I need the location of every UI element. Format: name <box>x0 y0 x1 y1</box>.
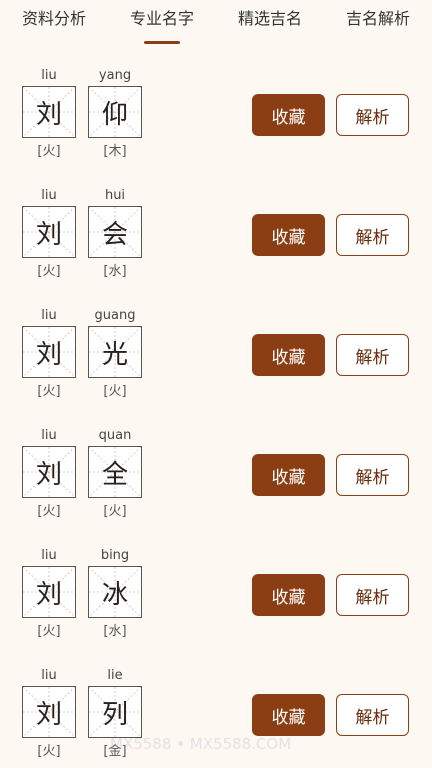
parse-button[interactable]: 解析 <box>336 334 409 376</box>
surname-element: [火] <box>37 384 61 399</box>
name-row: liu 刘 [火] lie 列 [金] 收藏 解析 <box>0 666 432 768</box>
surname-grid: 刘 <box>22 206 76 258</box>
surname-block: liu 刘 [火] <box>22 306 76 406</box>
name-row: liu 刘 [火] quan 全 [火] 收藏 解析 <box>0 426 432 546</box>
given-name-char: 列 <box>101 699 128 730</box>
surname-block: liu 刘 [火] <box>22 66 76 166</box>
parse-button[interactable]: 解析 <box>336 94 409 136</box>
parse-button[interactable]: 解析 <box>336 574 409 616</box>
tab-name-analysis[interactable]: 吉名解析 <box>340 0 416 44</box>
surname-char: 刘 <box>35 699 62 730</box>
surname-char: 刘 <box>35 339 62 370</box>
given-name-grid: 仰 <box>88 86 142 138</box>
surname-element: [火] <box>37 264 61 279</box>
given-name-char: 光 <box>101 339 128 370</box>
tab-data-analysis[interactable]: 资料分析 <box>16 0 92 44</box>
surname-block: liu 刘 [火] <box>22 666 76 766</box>
name-list: liu 刘 [火] yang 仰 [木] 收藏 解析 liu 刘 [火] hui… <box>0 44 432 768</box>
favorite-button[interactable]: 收藏 <box>252 574 325 616</box>
given-name-grid: 列 <box>88 686 142 738</box>
given-name-grid: 全 <box>88 446 142 498</box>
favorite-button[interactable]: 收藏 <box>252 454 325 496</box>
given-name-pinyin: quan <box>98 428 132 443</box>
tab-professional-names[interactable]: 专业名字 <box>124 0 200 44</box>
surname-grid: 刘 <box>22 86 76 138</box>
given-name-element: [水] <box>103 264 127 279</box>
surname-block: liu 刘 [火] <box>22 186 76 286</box>
surname-element: [火] <box>37 744 61 759</box>
surname-element: [火] <box>37 624 61 639</box>
favorite-button[interactable]: 收藏 <box>252 94 325 136</box>
given-name-element: [火] <box>103 384 127 399</box>
given-name-pinyin: lie <box>107 668 123 683</box>
surname-pinyin: liu <box>41 308 57 323</box>
surname-char: 刘 <box>35 579 62 610</box>
given-name-block: lie 列 [金] <box>88 666 142 766</box>
tab-bar: 资料分析 专业名字 精选吉名 吉名解析 <box>0 0 432 44</box>
given-name-block: guang 光 [火] <box>88 306 142 406</box>
favorite-button[interactable]: 收藏 <box>252 214 325 256</box>
given-name-pinyin: guang <box>94 308 136 323</box>
favorite-button[interactable]: 收藏 <box>252 334 325 376</box>
surname-char: 刘 <box>35 219 62 250</box>
surname-block: liu 刘 [火] <box>22 546 76 646</box>
surname-pinyin: liu <box>41 428 57 443</box>
given-name-grid: 光 <box>88 326 142 378</box>
name-row: liu 刘 [火] bing 冰 [水] 收藏 解析 <box>0 546 432 666</box>
given-name-char: 全 <box>101 459 128 490</box>
given-name-pinyin: hui <box>104 188 126 203</box>
given-name-char: 冰 <box>101 579 128 610</box>
given-name-element: [火] <box>103 504 127 519</box>
given-name-block: yang 仰 [木] <box>88 66 142 166</box>
surname-grid: 刘 <box>22 566 76 618</box>
given-name-element: [木] <box>103 144 127 159</box>
given-name-grid: 冰 <box>88 566 142 618</box>
given-name-element: [水] <box>103 624 127 639</box>
given-name-block: hui 会 [水] <box>88 186 142 286</box>
given-name-grid: 会 <box>88 206 142 258</box>
surname-pinyin: liu <box>41 668 57 683</box>
surname-pinyin: liu <box>41 188 57 203</box>
surname-grid: 刘 <box>22 686 76 738</box>
surname-element: [火] <box>37 144 61 159</box>
name-row: liu 刘 [火] yang 仰 [木] 收藏 解析 <box>0 66 432 186</box>
given-name-element: [金] <box>103 744 127 759</box>
given-name-char: 仰 <box>101 99 128 130</box>
surname-char: 刘 <box>35 99 62 130</box>
surname-element: [火] <box>37 504 61 519</box>
given-name-block: bing 冰 [水] <box>88 546 142 646</box>
tab-selected-names[interactable]: 精选吉名 <box>232 0 308 44</box>
given-name-block: quan 全 [火] <box>88 426 142 526</box>
name-row: liu 刘 [火] hui 会 [水] 收藏 解析 <box>0 186 432 306</box>
given-name-pinyin: bing <box>100 548 130 563</box>
surname-char: 刘 <box>35 459 62 490</box>
favorite-button[interactable]: 收藏 <box>252 694 325 736</box>
parse-button[interactable]: 解析 <box>336 214 409 256</box>
parse-button[interactable]: 解析 <box>336 694 409 736</box>
surname-pinyin: liu <box>41 548 57 563</box>
surname-grid: 刘 <box>22 446 76 498</box>
given-name-char: 会 <box>101 219 128 250</box>
name-row: liu 刘 [火] guang 光 [火] 收藏 解析 <box>0 306 432 426</box>
surname-pinyin: liu <box>41 68 57 83</box>
surname-block: liu 刘 [火] <box>22 426 76 526</box>
surname-grid: 刘 <box>22 326 76 378</box>
parse-button[interactable]: 解析 <box>336 454 409 496</box>
given-name-pinyin: yang <box>98 68 132 83</box>
